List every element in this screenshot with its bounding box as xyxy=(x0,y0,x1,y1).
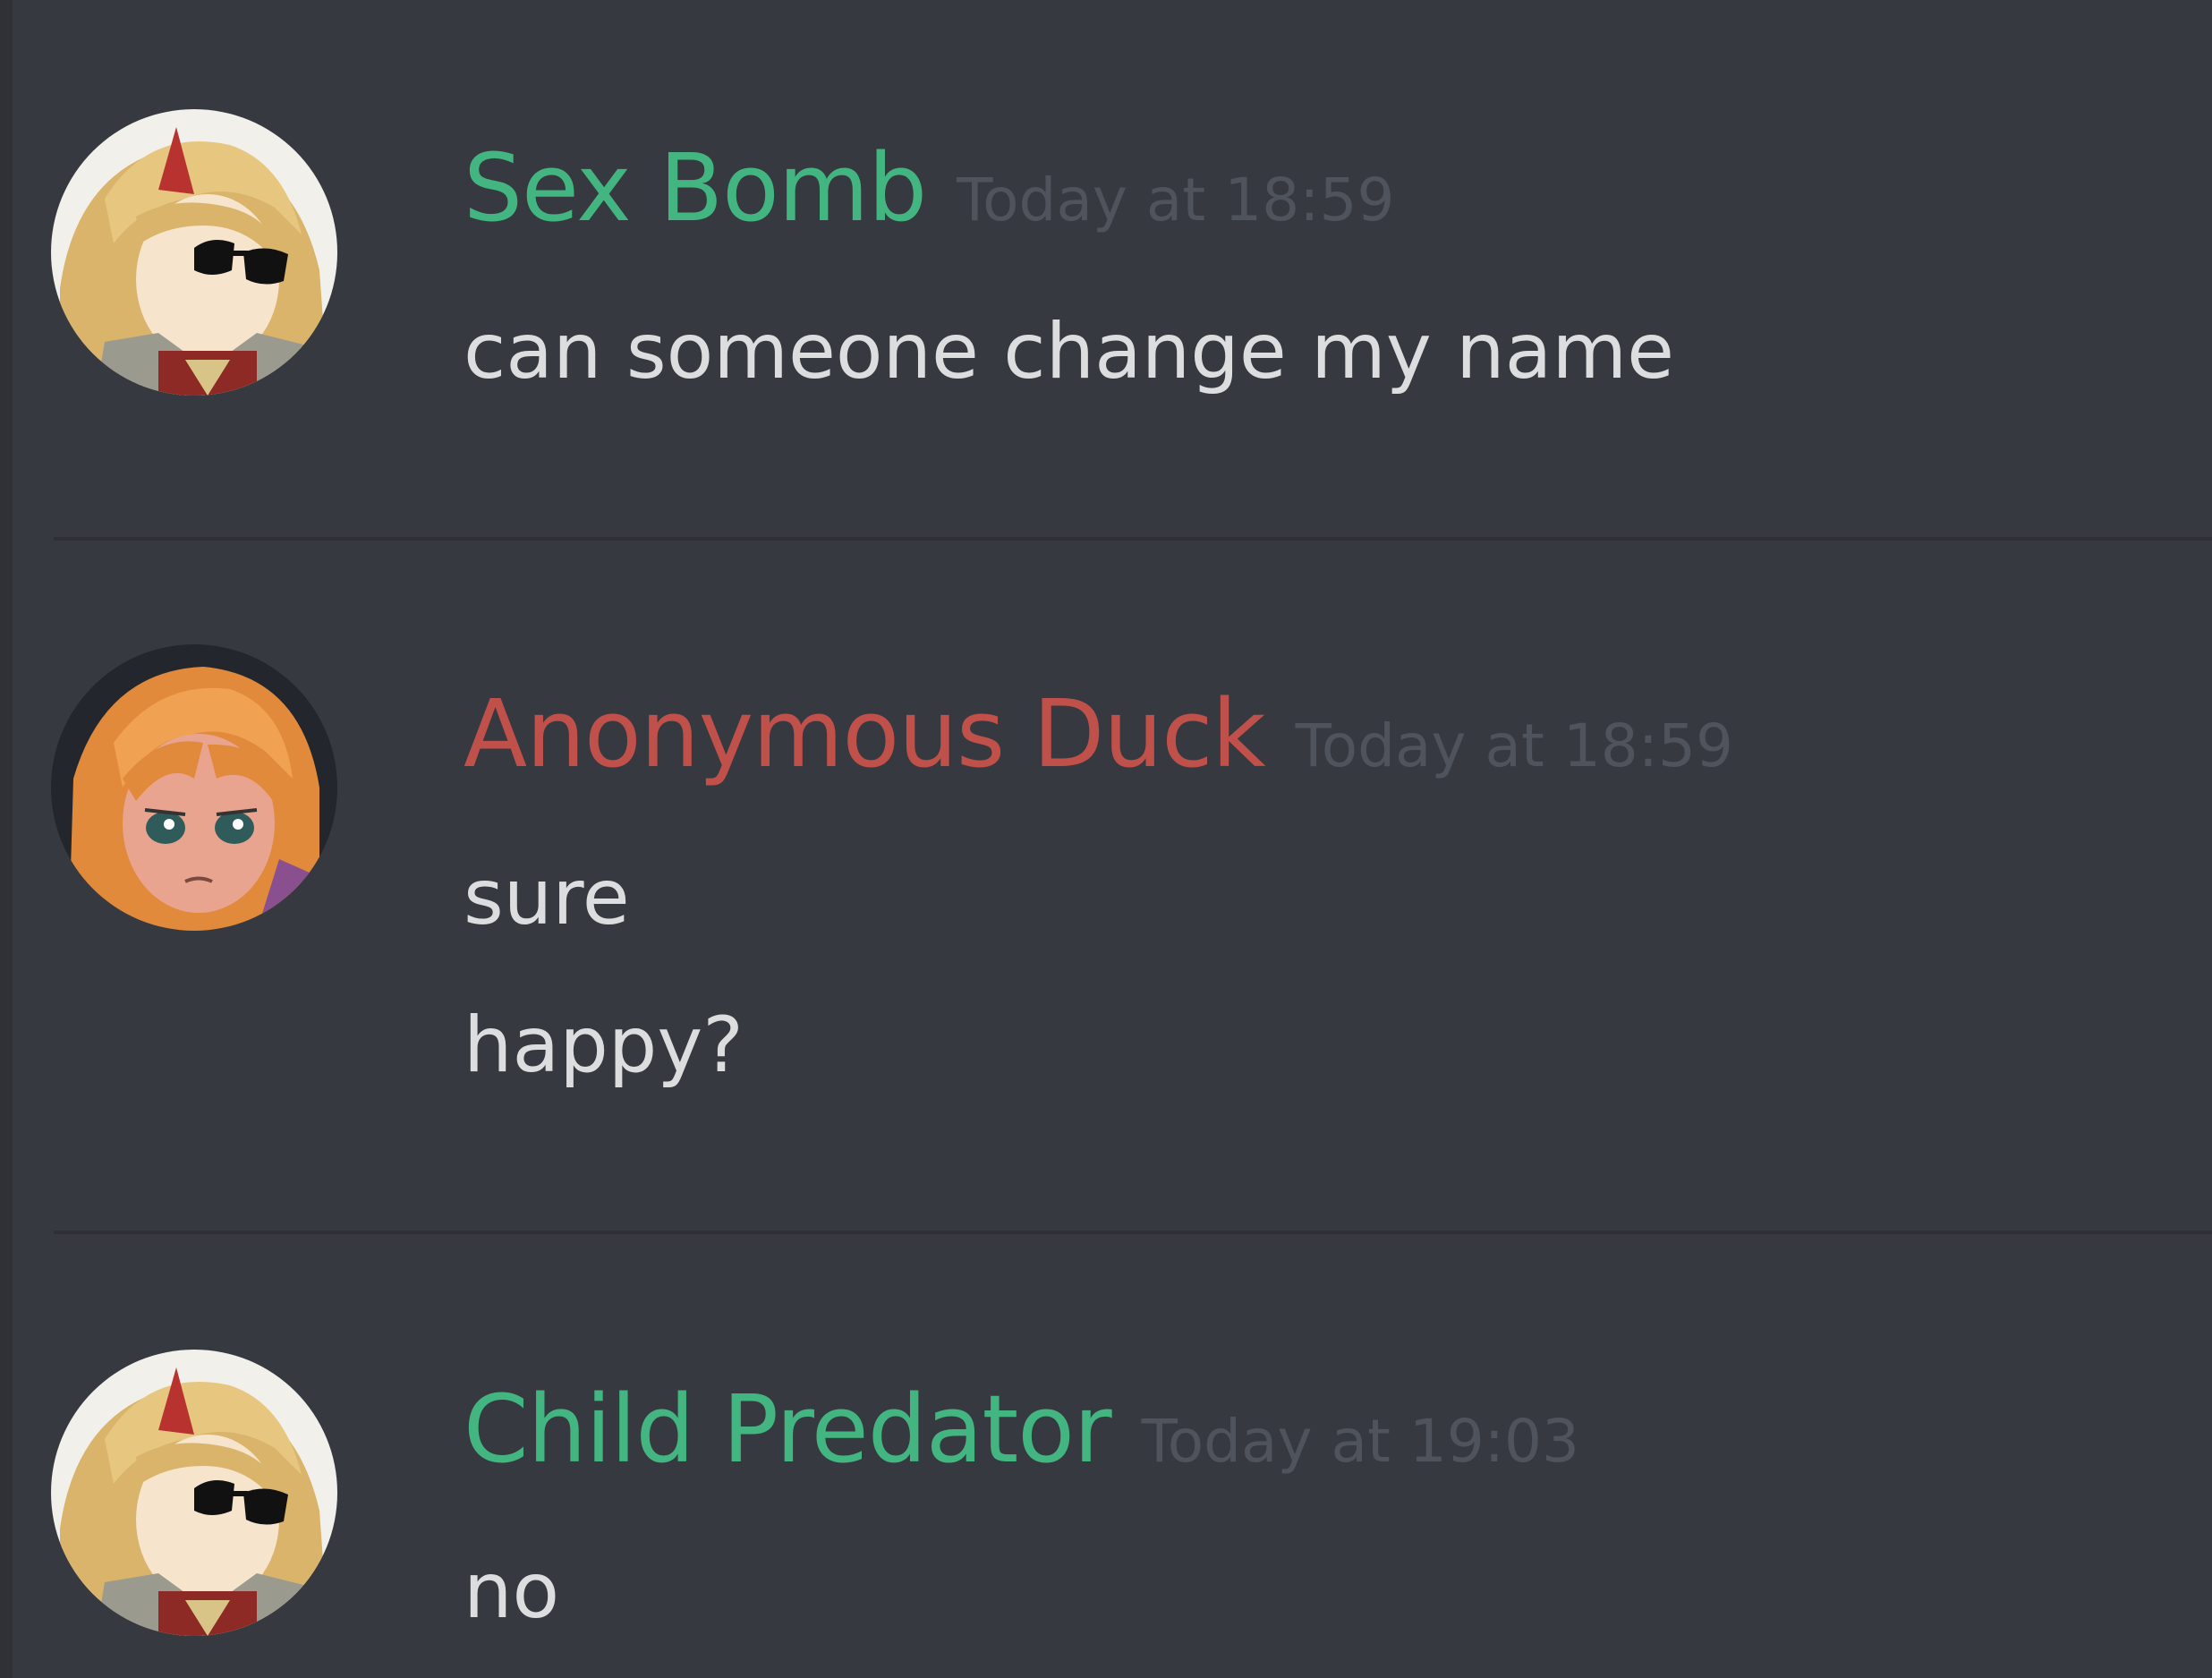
message-divider xyxy=(54,537,2212,541)
username[interactable]: Child Predator xyxy=(464,1383,1112,1476)
message-text: happy? xyxy=(464,1001,744,1090)
anime-avatar-sunglasses-icon xyxy=(51,1350,337,1636)
message-text: sure xyxy=(464,853,630,942)
message-text: can someone change my name xyxy=(464,307,1675,396)
channel-edge xyxy=(0,0,13,1678)
chat-message-list: Sex Bomb Today at 18:59 can someone chan… xyxy=(0,0,2212,1678)
message-divider xyxy=(54,1231,2212,1234)
anime-avatar-sunglasses-icon xyxy=(51,109,337,396)
timestamp: Today at 18:59 xyxy=(1295,711,1734,780)
avatar[interactable] xyxy=(51,109,337,396)
avatar[interactable] xyxy=(51,644,337,931)
timestamp: Today at 19:03 xyxy=(1141,1407,1580,1476)
anime-avatar-orange-hair-icon xyxy=(51,644,337,931)
username[interactable]: Anonymous Duck xyxy=(464,687,1266,780)
message-text: no xyxy=(464,1546,560,1636)
timestamp: Today at 18:59 xyxy=(957,166,1395,234)
avatar[interactable] xyxy=(51,1350,337,1636)
username[interactable]: Sex Bomb xyxy=(464,141,927,234)
